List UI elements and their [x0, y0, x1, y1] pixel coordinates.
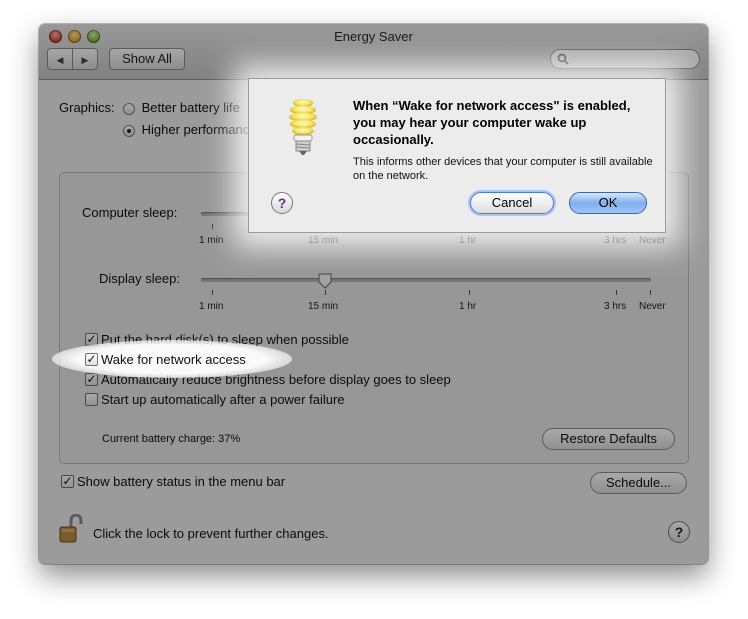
tick-label: 1 min: [199, 235, 224, 246]
search-field[interactable]: [550, 49, 700, 69]
back-button[interactable]: ◀: [47, 48, 73, 70]
checkbox-label: Put the hard disk(s) to sleep when possi…: [101, 332, 349, 347]
highlighted-option-label: Wake for network access: [101, 352, 246, 367]
dialog-message: When “Wake for network access" is enable…: [353, 98, 631, 147]
battery-menu-label: Show battery status in the menu bar: [77, 474, 286, 489]
dialog-help-button[interactable]: ?: [271, 192, 293, 214]
title-bar: Energy Saver ◀ ▶ Show All: [39, 24, 708, 80]
graphics-label: Graphics:: [59, 100, 115, 115]
display-sleep-slider[interactable]: [201, 278, 651, 282]
tick-label: Never: [639, 235, 666, 246]
tick-label: Never: [639, 301, 666, 312]
hard-disk-sleep-checkbox[interactable]: ✓: [85, 333, 98, 346]
tick-label: 3 hrs: [604, 235, 627, 246]
alert-dialog: When “Wake for network access" is enable…: [248, 78, 666, 233]
ok-button[interactable]: OK: [569, 192, 647, 214]
dialog-informative-text: This informs other devices that your com…: [353, 156, 653, 182]
checkbox-label: Start up automatically after a power fai…: [101, 392, 345, 407]
slider-tick: [212, 224, 213, 229]
graphics-option-battery[interactable]: Better battery life: [123, 100, 240, 115]
slider-tick: [650, 290, 651, 295]
show-all-button[interactable]: Show All: [109, 48, 185, 70]
battery-menu-checkbox[interactable]: ✓: [61, 475, 74, 488]
tick-label: 1 hr: [459, 235, 477, 246]
window-title: Energy Saver: [334, 29, 413, 44]
schedule-button[interactable]: Schedule...: [590, 472, 687, 494]
computer-sleep-label: Computer sleep:: [82, 205, 178, 220]
tick-label: 3 hrs: [604, 301, 627, 312]
reduce-brightness-checkbox[interactable]: ✓: [85, 373, 98, 386]
battery-charge-text: Current battery charge: 37%: [102, 433, 241, 445]
light-bulb-icon: [289, 99, 317, 155]
forward-arrow-icon: ▶: [81, 55, 89, 65]
help-button[interactable]: ?: [668, 521, 690, 543]
back-arrow-icon: ◀: [56, 55, 64, 65]
startup-after-power-failure-checkbox[interactable]: [85, 393, 98, 406]
wake-network-checkbox-highlighted[interactable]: ✓: [85, 353, 98, 366]
graphics-option-performance[interactable]: Higher performance: [123, 122, 257, 137]
slider-tick: [325, 290, 326, 295]
unlocked-padlock-icon[interactable]: [59, 514, 83, 544]
tick-label: 15 min: [308, 301, 339, 312]
display-sleep-slider-thumb[interactable]: [318, 273, 332, 289]
tick-label: 1 min: [199, 301, 224, 312]
display-sleep-label: Display sleep:: [99, 271, 180, 286]
lock-message: Click the lock to prevent further change…: [93, 526, 329, 541]
forward-button[interactable]: ▶: [72, 48, 98, 70]
slider-tick: [616, 290, 617, 295]
tick-label: 1 hr: [459, 301, 477, 312]
restore-defaults-button[interactable]: Restore Defaults: [542, 428, 675, 450]
help-question-icon: ?: [277, 195, 287, 211]
graphics-option-label: Better battery life: [141, 100, 240, 115]
checkbox-label: Automatically reduce brightness before d…: [101, 372, 451, 387]
cancel-button[interactable]: Cancel: [470, 192, 554, 214]
slider-tick: [212, 290, 213, 295]
search-icon: [557, 53, 569, 65]
tick-label: 15 min: [308, 235, 339, 246]
slider-tick: [469, 290, 470, 295]
radio-button[interactable]: [123, 102, 135, 115]
radio-button-selected[interactable]: [123, 124, 135, 137]
graphics-option-label: Higher performance: [141, 122, 257, 137]
